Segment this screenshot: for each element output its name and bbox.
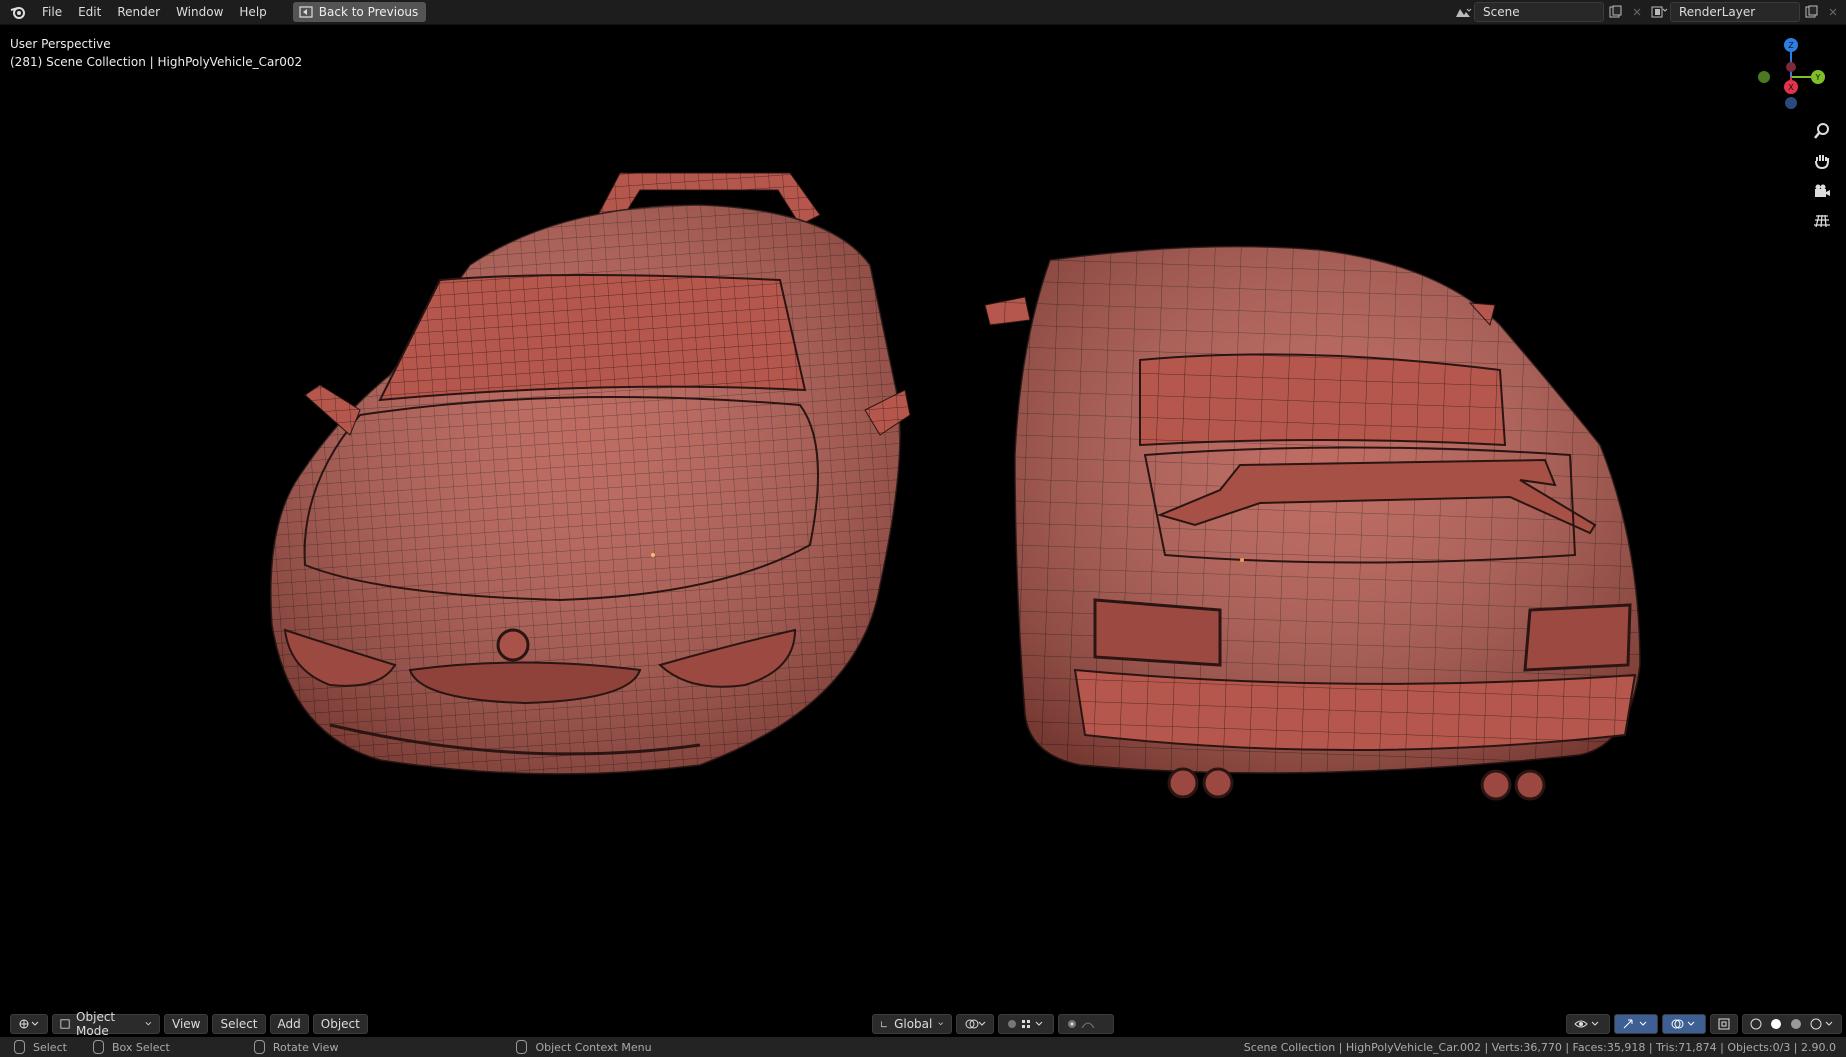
gizmo-toggle-button[interactable] — [1614, 1014, 1658, 1034]
menu-render[interactable]: Render — [109, 2, 168, 22]
back-label: Back to Previous — [318, 5, 419, 19]
xray-toggle-button[interactable] — [1710, 1014, 1738, 1034]
object-menu[interactable]: Object — [312, 1014, 368, 1034]
editor-type-button[interactable] — [10, 1014, 48, 1034]
editor-type-icon — [19, 1019, 39, 1029]
orientation-icon — [880, 1021, 887, 1028]
zoom-icon[interactable] — [1810, 119, 1834, 143]
status-box-select: Box Select — [111, 1040, 170, 1054]
ortho-grid-icon[interactable] — [1810, 209, 1834, 233]
overlays-icon — [1671, 1019, 1695, 1029]
select-menu-label: Select — [220, 1017, 258, 1031]
navigation-gizmo[interactable]: Z Y X — [1746, 35, 1836, 125]
orientation-label: Global — [894, 1017, 933, 1031]
camera-view-icon[interactable] — [1810, 179, 1834, 203]
scene-icon[interactable] — [1452, 3, 1474, 21]
scene-name-field[interactable]: Scene — [1474, 2, 1604, 22]
scene-selector: Scene — [1452, 2, 1648, 22]
view-menu[interactable]: View — [164, 1014, 209, 1034]
renderlayer-name: RenderLayer — [1679, 5, 1756, 19]
add-menu-label: Add — [277, 1017, 301, 1031]
select-menu[interactable]: Select — [212, 1014, 266, 1034]
mouse-middle-icon — [253, 1040, 265, 1054]
close-scene-icon[interactable] — [1626, 3, 1648, 21]
gizmo-x-label: X — [1788, 83, 1794, 92]
screen-icon — [299, 6, 313, 18]
pan-hand-icon[interactable] — [1810, 149, 1834, 173]
scene-statistics: Scene Collection | HighPolyVehicle_Car.0… — [1243, 1040, 1836, 1054]
overlays-button[interactable] — [1662, 1014, 1706, 1034]
gizmo-neg-x[interactable] — [1786, 62, 1796, 72]
object-menu-label: Object — [320, 1017, 360, 1031]
mouse-drag-icon — [92, 1040, 104, 1054]
shading-icons — [1750, 1018, 1833, 1030]
origin-point — [651, 553, 655, 557]
gizmo-neg-y[interactable] — [1758, 71, 1770, 83]
cars-render — [270, 172, 1641, 801]
transform-orientation-select[interactable]: Global — [871, 1014, 952, 1034]
gizmo-y-label: Y — [1815, 73, 1821, 82]
status-rotate: Rotate View — [272, 1040, 339, 1054]
back-to-previous-button[interactable]: Back to Previous — [292, 2, 427, 22]
snap-icon — [1007, 1020, 1043, 1028]
gizmo-z-label: Z — [1788, 41, 1794, 50]
chevron-down-icon — [145, 1022, 152, 1026]
viewport-header: Object Mode View Select Add Object Globa… — [0, 1010, 1846, 1038]
gizmo-neg-z[interactable] — [1785, 97, 1797, 109]
chevron-down-icon — [938, 1022, 944, 1026]
status-select: Select — [33, 1040, 67, 1054]
scene-name: Scene — [1483, 5, 1520, 19]
car-rear-mesh[interactable] — [984, 245, 1641, 801]
close-renderlayer-icon[interactable] — [1822, 3, 1844, 21]
renderlayer-icon[interactable] — [1648, 3, 1670, 21]
proportional-edit-button[interactable] — [1057, 1014, 1114, 1034]
mouse-left-icon — [14, 1040, 25, 1054]
menu-window[interactable]: Window — [168, 2, 231, 22]
shading-modes[interactable] — [1742, 1014, 1842, 1034]
3d-viewport[interactable]: User Perspective (281) Scene Collection … — [0, 25, 1846, 1027]
pivot-point-button[interactable] — [955, 1014, 994, 1034]
xray-icon — [1718, 1018, 1730, 1030]
proportional-edit-icon — [1067, 1020, 1095, 1029]
status-context: Object Context Menu — [535, 1040, 652, 1054]
menu-edit[interactable]: Edit — [70, 2, 109, 22]
status-bar: Select Box Select Rotate View Object Con… — [0, 1037, 1846, 1057]
snap-button[interactable] — [997, 1014, 1054, 1034]
mouse-right-icon — [516, 1040, 528, 1054]
gizmo-toggle-icon — [1623, 1019, 1647, 1029]
new-scene-icon[interactable] — [1604, 3, 1626, 21]
visibility-button[interactable] — [1566, 1014, 1610, 1034]
mode-label: Object Mode — [76, 1010, 116, 1038]
blender-logo-icon[interactable] — [10, 4, 26, 20]
new-renderlayer-icon[interactable] — [1800, 3, 1822, 21]
object-mode-icon — [60, 1019, 70, 1029]
menu-help[interactable]: Help — [231, 2, 274, 22]
renderlayer-selector: RenderLayer — [1648, 2, 1844, 22]
top-bar: File Edit Render Window Help Back to Pre… — [0, 0, 1846, 25]
eye-icon — [1574, 1020, 1599, 1028]
view-menu-label: View — [172, 1017, 201, 1031]
add-menu[interactable]: Add — [269, 1014, 309, 1034]
renderlayer-name-field[interactable]: RenderLayer — [1670, 2, 1800, 22]
pivot-icon — [965, 1019, 986, 1029]
menu-file[interactable]: File — [34, 2, 70, 22]
car-front-mesh[interactable] — [270, 172, 911, 775]
mode-select[interactable]: Object Mode — [52, 1010, 160, 1038]
